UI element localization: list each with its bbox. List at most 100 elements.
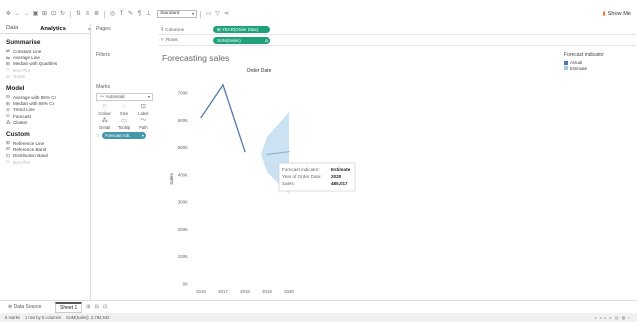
label-button[interactable]: ⊡ Label [134, 103, 153, 116]
data-source-tab[interactable]: ⊜ Data Source [0, 304, 55, 310]
group-icon[interactable]: ◎ [108, 8, 117, 20]
size-label: Size [119, 111, 129, 116]
swap-icon[interactable]: ⇅ [74, 8, 83, 20]
path-button[interactable]: 〜 Path [134, 117, 153, 130]
legend-label-estimate: Estimate [570, 65, 588, 71]
marks-card: Marks 〰 Automatic ▾ ⁙ Colour ◌ Size ⊡ Label… [92, 84, 156, 139]
sheet-1-tab[interactable]: Sheet 1 [55, 301, 83, 313]
back-icon[interactable]: ← [13, 8, 22, 20]
columns-shelf[interactable]: ⦀ Columns ⊞ YEAR(Order Date) [158, 25, 636, 35]
forecast-chart: Order Date Sales 0K 100K 200K 300K 400K 500K 600… [169, 68, 356, 294]
collapse-arrow-icon[interactable]: ◂ [88, 26, 90, 31]
legend-swatch-estimate [564, 66, 568, 71]
save-icon[interactable]: ▣ [31, 8, 40, 20]
cluster-icon: ⁂ [6, 119, 11, 125]
colour-label: Colour [98, 111, 111, 116]
analytics-item-label: Distribution Band [13, 153, 48, 159]
reference-band-icon: ⊟ [6, 146, 10, 152]
toolbar-divider [104, 10, 105, 18]
tooltip-icon: ▭ [121, 118, 127, 124]
forecast-legend: Forecast indicator Actual Estimate [564, 52, 630, 71]
fit-select[interactable]: Standard ▾ [157, 10, 197, 18]
analytics-item-box-plot: ⊟ Box Plot [0, 159, 90, 165]
legend-swatch-actual [564, 60, 568, 65]
analytics-item-label: Forecast [13, 113, 31, 119]
analytics-item-label: Reference Band [13, 146, 47, 152]
y-tick-label: 700K [178, 91, 188, 96]
show-me-icon: ▮ [602, 11, 606, 17]
highlight-icon[interactable]: ✎ [126, 8, 135, 20]
colour-icon: ⁙ [102, 104, 108, 110]
presentation-icon[interactable]: ▭ [204, 8, 213, 20]
analytics-item-label: Box Plot [13, 67, 31, 73]
sheet-navigation[interactable]: ◂ ◂ ▸ ▸ ▤ ▦ ▪ [594, 315, 631, 320]
sheet-tabs-bar: ⊜ Data Source Sheet 1 ⊞ ⊟ ⊡ [0, 300, 637, 313]
x-tick-label: 2017 [218, 289, 228, 294]
average-ci-icon: ⊟ [6, 94, 10, 100]
tooltip-label: Forecast indicator: [282, 167, 320, 172]
columns-label-text: Columns [165, 27, 185, 33]
redo-icon[interactable]: ↻ [58, 8, 67, 20]
data-point-estimate [288, 151, 290, 153]
analytics-item-cluster[interactable]: ⁂ Cluster [0, 120, 90, 126]
add-datasource-icon[interactable]: ⊞ [40, 8, 49, 20]
rows-shelf[interactable]: ≡ Rows SUM(Sales) Δ [158, 36, 636, 46]
forward-icon[interactable]: → [22, 8, 31, 20]
totals-icon: ⊠ [6, 73, 10, 79]
tab-data[interactable]: Data [0, 23, 34, 33]
tab-analytics[interactable]: Analytics ◂ [34, 23, 90, 33]
colour-button[interactable]: ⁙ Colour [95, 103, 114, 116]
label-icon[interactable]: T [117, 8, 126, 20]
mark-type-select[interactable]: 〰 Automatic ▾ [96, 93, 153, 101]
rows-shelf-label: ≡ Rows [158, 38, 213, 43]
sort-asc-icon[interactable]: ≡ [83, 8, 92, 20]
fix-axes-icon[interactable]: ⊥ [144, 8, 153, 20]
size-button[interactable]: ◌ Size [114, 103, 133, 116]
section-title-summarise: Summarise [6, 39, 41, 46]
y-axis-label: Sales [169, 173, 174, 185]
sum-sales-pill[interactable]: SUM(Sales) Δ [213, 37, 270, 44]
data-point-actual [222, 84, 224, 86]
tableau-logo-icon[interactable]: ✲ [4, 8, 13, 20]
forecast-indicator-pill[interactable]: Forecast indi.. ▾ [102, 132, 146, 139]
filters-title: Filters [96, 52, 111, 58]
filters-card[interactable]: Filters [92, 52, 156, 58]
forecast-indicator-pill-label: Forecast indi.. [105, 133, 132, 138]
columns-icon: ⦀ [161, 27, 164, 33]
new-story-icon[interactable]: ⊡ [103, 304, 107, 310]
tooltip-button[interactable]: ▭ Tooltip [114, 117, 133, 130]
new-worksheet-icon[interactable]: ⊞ [86, 304, 90, 310]
share-icon[interactable]: ⋖ [222, 8, 231, 20]
chevron-down-icon: ▾ [147, 94, 150, 99]
tab-analytics-label: Analytics [40, 26, 66, 32]
analytics-sections: Summarise ⇄ Constant Line ⇆ Average Line ⊞ Med… [0, 39, 90, 165]
y-tick-label: 500K [178, 145, 188, 150]
y-tick-label: 300K [178, 200, 188, 205]
sum-sales-pill-label: SUM(Sales) [217, 38, 241, 43]
analytics-item-label: Reference Line [13, 140, 45, 146]
sheet-1-label: Sheet 1 [60, 304, 78, 311]
size-icon: ◌ [122, 104, 126, 110]
analytics-item-label: Trend Line [13, 107, 35, 113]
detail-icon: ⁂ [101, 118, 108, 124]
sort-desc-icon[interactable]: ≣ [92, 8, 101, 20]
year-order-date-pill[interactable]: ⊞ YEAR(Order Date) [213, 26, 270, 33]
tooltip-label: Year of Order Date: [282, 174, 322, 179]
view-title: Forecasting sales [162, 53, 230, 63]
detail-button[interactable]: ⁂ Detail [95, 117, 114, 130]
chevron-down-icon: ▾ [191, 11, 194, 16]
format-icon[interactable]: ¶ [135, 8, 144, 20]
new-dashboard-icon[interactable]: ⊟ [95, 304, 99, 310]
device-preview-icon[interactable]: ▽ [213, 8, 222, 20]
fit-select-value: Standard [160, 11, 180, 16]
data-point-estimate [266, 153, 268, 156]
columns-shelf-label: ⦀ Columns [158, 27, 213, 33]
median-ci-icon: ⊞ [6, 100, 10, 106]
new-sheet-icon[interactable]: ⊡ [49, 8, 58, 20]
path-label: Path [139, 125, 148, 130]
average-line-icon: ⇆ [6, 54, 10, 60]
pages-card[interactable]: Pages [92, 26, 156, 66]
toolbar-divider [70, 10, 71, 18]
show-me-button[interactable]: ▮ Show Me [603, 8, 631, 20]
legend-item-estimate[interactable]: Estimate [564, 65, 630, 71]
